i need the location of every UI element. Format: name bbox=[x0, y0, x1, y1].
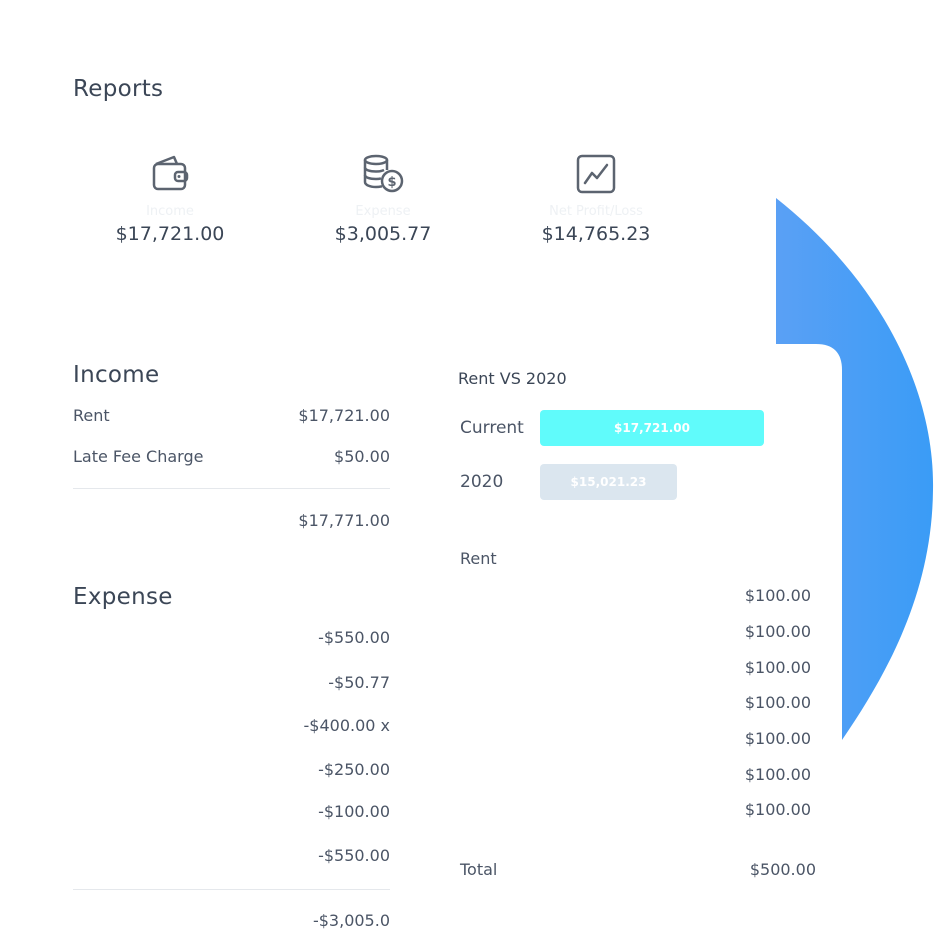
income-section-title: Income bbox=[73, 362, 160, 388]
rent-amount: $100.00 bbox=[744, 729, 811, 748]
rent-amount: $100.00 bbox=[744, 658, 811, 677]
expense-amount: -$550.00 bbox=[318, 628, 390, 647]
current-comparison-bar: $17,721.00 bbox=[540, 410, 764, 446]
income-rent-amount: $17,721.00 bbox=[298, 406, 390, 425]
rent-amount: $100.00 bbox=[744, 622, 811, 641]
kpi-income-label: Income bbox=[146, 204, 194, 219]
kpi-income-value: $17,721.00 bbox=[115, 223, 225, 245]
rent-total-label: Total bbox=[460, 860, 498, 879]
income-late-fee-amount: $50.00 bbox=[334, 447, 390, 466]
kpi-expense-label: Expense bbox=[355, 204, 411, 219]
prior-year-label: 2020 bbox=[460, 472, 504, 492]
income-divider bbox=[73, 488, 390, 489]
expense-total: -$3,005.0 bbox=[312, 911, 390, 930]
expense-section-title: Expense bbox=[73, 584, 173, 610]
expense-amount: -$50.77 bbox=[328, 673, 390, 692]
expense-amount: -$400.00 x bbox=[303, 716, 391, 735]
income-late-fee-label: Late Fee Charge bbox=[73, 447, 204, 466]
svg-text:$: $ bbox=[387, 175, 396, 190]
expense-divider bbox=[73, 889, 390, 890]
wallet-icon bbox=[152, 155, 189, 191]
coins-icon: $ bbox=[363, 154, 404, 193]
rent-amount: $100.00 bbox=[744, 800, 811, 819]
prior-bar-value: $15,021.23 bbox=[570, 475, 647, 489]
rent-amount: $100.00 bbox=[744, 586, 811, 605]
comparison-title: Rent VS 2020 bbox=[458, 369, 567, 388]
rent-total-amount: $500.00 bbox=[749, 860, 816, 879]
kpi-expense: $ Expense $3,005.77 bbox=[283, 152, 483, 245]
kpi-expense-value: $3,005.77 bbox=[334, 223, 432, 245]
kpi-income: Income $17,721.00 bbox=[70, 152, 270, 245]
rent-amount: $100.00 bbox=[744, 765, 811, 784]
kpi-net-profit-label: Net Profit/Loss bbox=[549, 204, 643, 219]
page-title: Reports bbox=[73, 76, 164, 102]
income-rent-label: Rent bbox=[73, 406, 110, 425]
income-total: $17,771.00 bbox=[298, 511, 390, 530]
rent-amount: $100.00 bbox=[744, 693, 811, 712]
trend-chart-icon bbox=[576, 154, 616, 194]
expense-amount: -$250.00 bbox=[318, 760, 390, 779]
current-bar-value: $17,721.00 bbox=[614, 421, 690, 435]
expense-amount: -$100.00 bbox=[318, 802, 390, 821]
expense-amount: -$550.00 bbox=[318, 846, 390, 865]
current-label: Current bbox=[460, 418, 524, 438]
kpi-net-profit-value: $14,765.23 bbox=[541, 223, 651, 245]
kpi-net-profit: Net Profit/Loss $14,765.23 bbox=[496, 152, 696, 245]
rent-section-title: Rent bbox=[460, 549, 497, 568]
prior-year-comparison-bar: $15,021.23 bbox=[540, 464, 677, 500]
